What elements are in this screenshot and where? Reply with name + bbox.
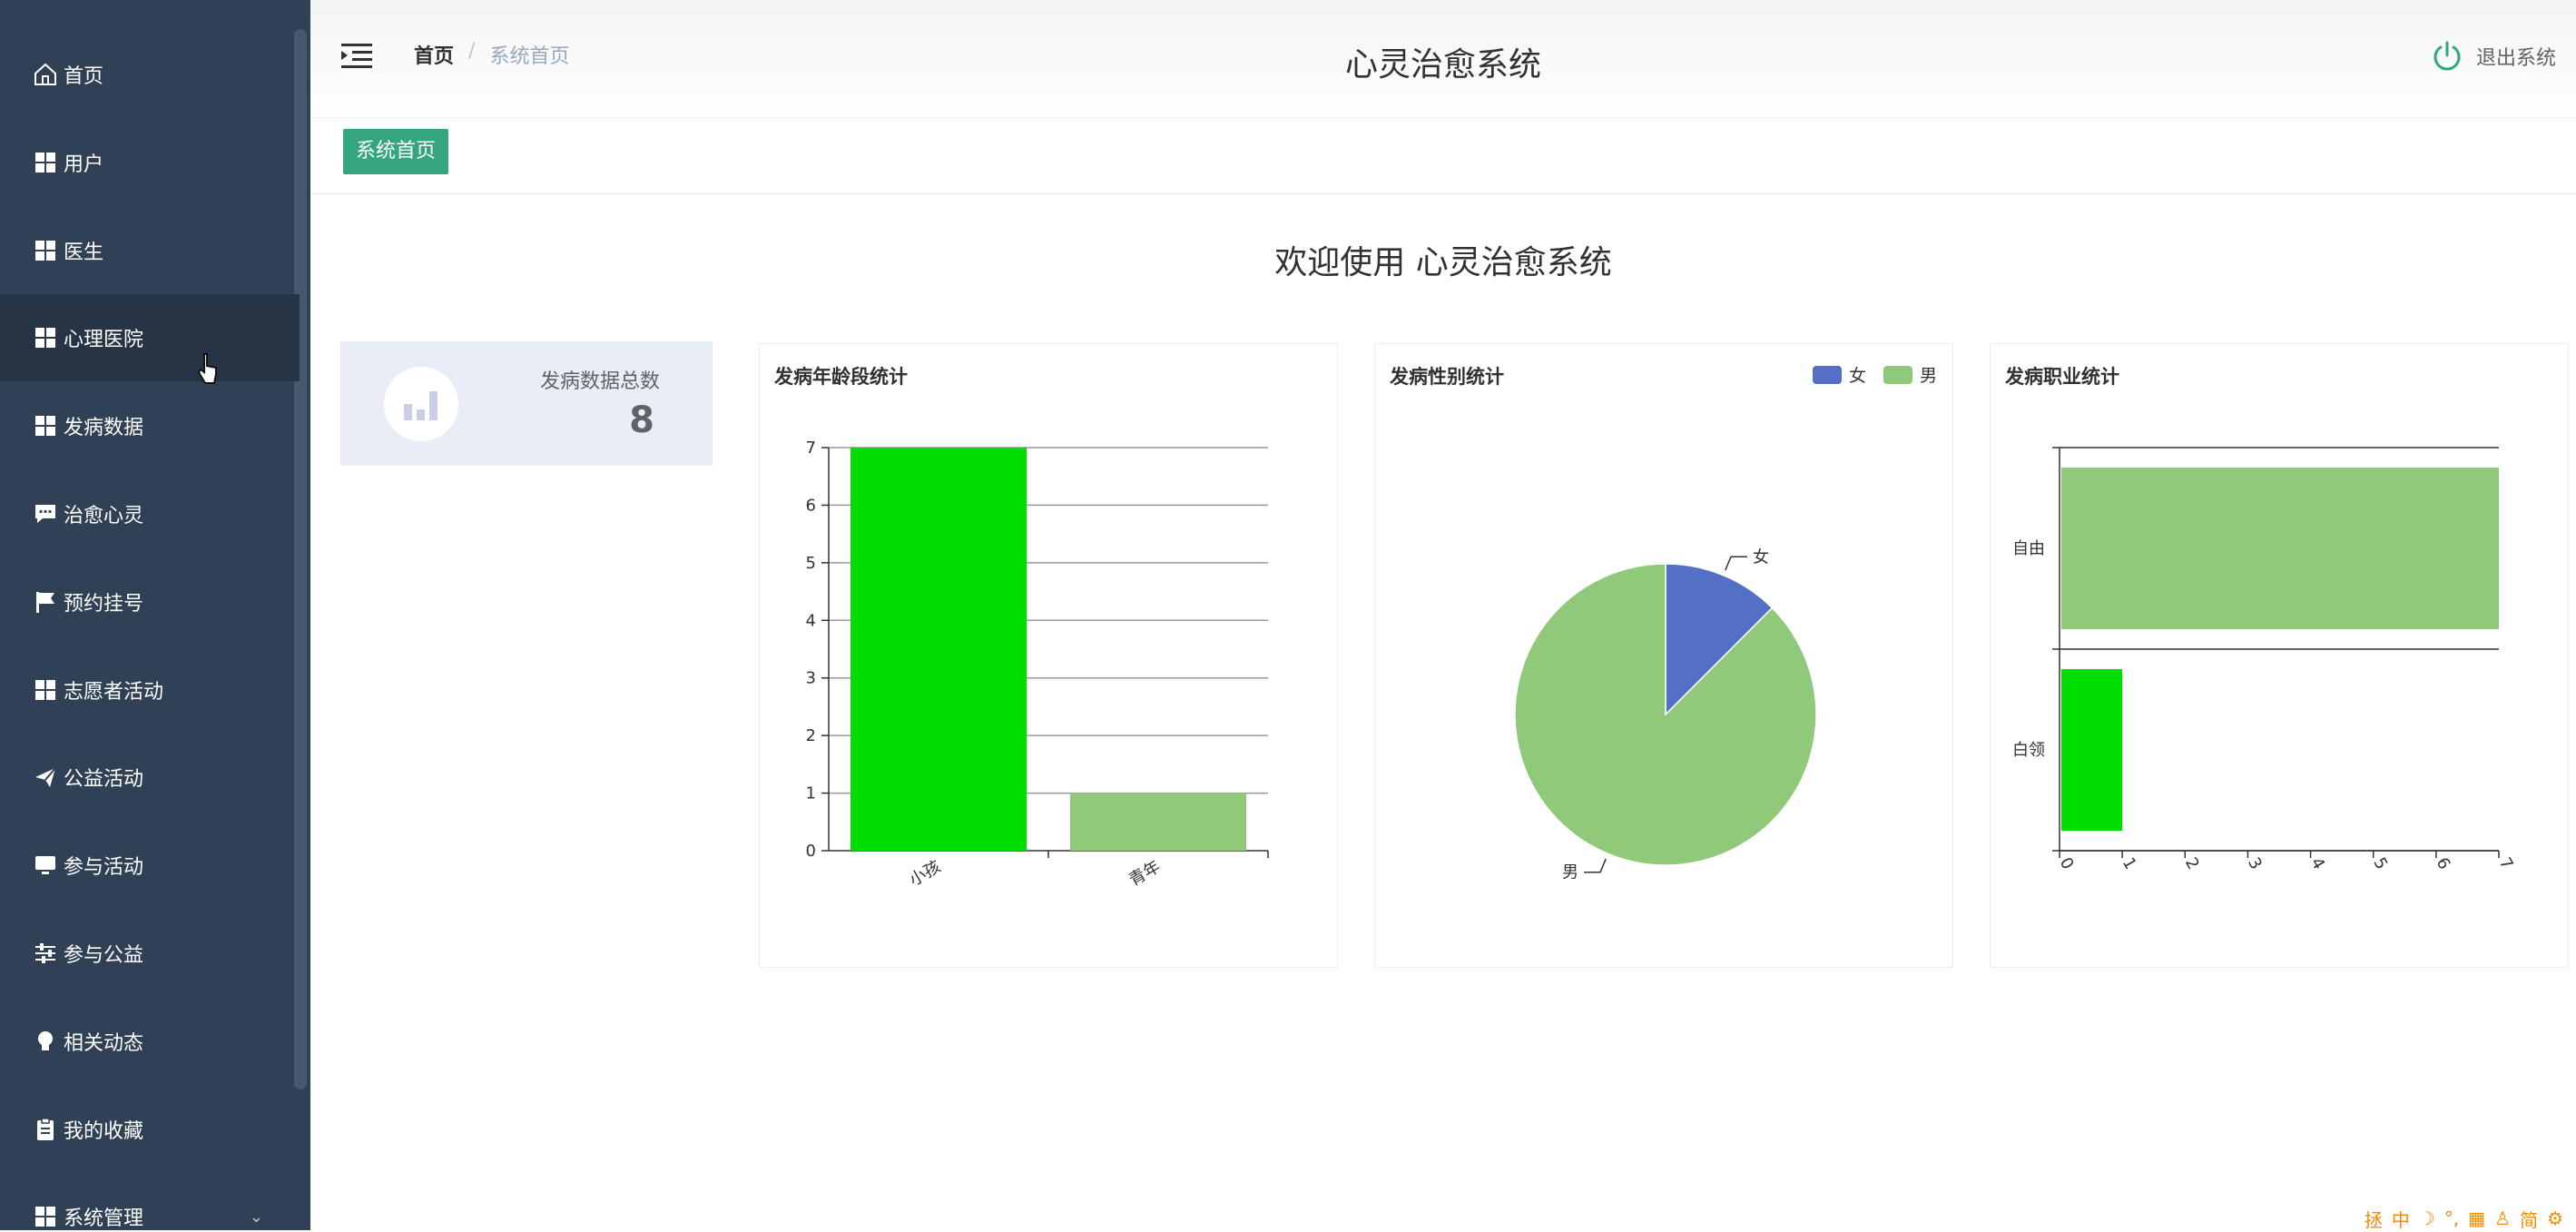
pie-slice-男[interactable] xyxy=(1515,564,1816,865)
tray-icon[interactable]: 拯 xyxy=(2365,1206,2383,1232)
tray-icon[interactable]: 中 xyxy=(2392,1206,2410,1232)
sidebar-item-7[interactable]: 志愿者活动 xyxy=(0,646,300,734)
sidebar-item-label: 参与活动 xyxy=(64,851,143,880)
sidebar-item-2[interactable]: 医生 xyxy=(0,207,300,294)
sidebar-item-label: 心理医院 xyxy=(64,323,143,352)
occupation-bar-chart: 自由白领01234567 xyxy=(1991,344,2570,969)
tag-system-home[interactable]: 系统首页 xyxy=(343,129,448,174)
power-icon xyxy=(2431,40,2463,73)
y-tick-label: 7 xyxy=(806,439,816,458)
pie-label: 女 xyxy=(1753,547,1769,567)
bar-chart-icon xyxy=(384,367,458,441)
message-icon xyxy=(33,501,58,527)
sidebar-item-label: 首页 xyxy=(64,60,103,89)
tray-icon[interactable]: 简 xyxy=(2520,1206,2538,1232)
sidebar-item-label: 系统管理 xyxy=(64,1202,143,1230)
logout-label: 退出系统 xyxy=(2476,42,2556,71)
tray-icon[interactable]: ⚙ xyxy=(2547,1207,2563,1229)
sidebar-item-4[interactable]: 发病数据 xyxy=(0,382,300,469)
grid-icon xyxy=(33,238,58,263)
tray-icon[interactable]: ☽ xyxy=(2419,1207,2435,1229)
clipboard-icon xyxy=(33,1117,58,1142)
sidebar-item-label: 志愿者活动 xyxy=(64,675,163,705)
sidebar-item-10[interactable]: 参与公益 xyxy=(0,910,300,997)
sidebar-item-3[interactable]: 心理医院 xyxy=(0,294,300,381)
chevron-down-icon: ⌄ xyxy=(250,1207,263,1227)
bulb-icon xyxy=(33,1029,58,1054)
send-icon xyxy=(33,764,58,790)
x-tick-label: 青年 xyxy=(1126,857,1164,890)
sidebar-item-11[interactable]: 相关动态 xyxy=(0,998,300,1085)
sidebar-item-5[interactable]: 治愈心灵 xyxy=(0,470,300,557)
sidebar-item-0[interactable]: 首页 xyxy=(0,31,300,118)
sidebar-item-label: 参与公益 xyxy=(64,939,143,968)
sidebar-item-label: 发病数据 xyxy=(64,411,143,440)
y-tick-label: 4 xyxy=(806,611,816,630)
legend-swatch[interactable] xyxy=(1813,366,1842,384)
y-tick-label: 5 xyxy=(806,554,816,573)
sidebar-item-label: 用户 xyxy=(64,148,103,177)
sidebar-item-label: 治愈心灵 xyxy=(64,499,143,528)
tags-view-bar: 系统首页 xyxy=(310,118,2576,194)
grid-icon xyxy=(33,150,58,175)
app-title: 心灵治愈系统 xyxy=(310,38,2576,85)
bar-白领[interactable] xyxy=(2061,669,2122,831)
sidebar-item-1[interactable]: 用户 xyxy=(0,119,300,206)
tray-icon[interactable]: ♙ xyxy=(2494,1207,2511,1229)
total-cases-label: 发病数据总数 xyxy=(540,365,749,394)
bar-青年[interactable] xyxy=(1070,793,1246,851)
sliders-icon xyxy=(33,941,58,966)
sidebar-item-6[interactable]: 预约挂号 xyxy=(0,558,300,646)
sidebar-item-9[interactable]: 参与活动 xyxy=(0,822,300,909)
monitor-icon xyxy=(33,853,58,878)
welcome-heading: 欢迎使用 心灵治愈系统 xyxy=(310,236,2576,283)
grid-icon xyxy=(33,1204,58,1229)
sidebar-item-label: 我的收藏 xyxy=(64,1115,143,1144)
y-tick-label: 白领 xyxy=(2012,741,2045,760)
age-bar-chart: 0 1 2 3 4 5 6 7 小孩 青年 xyxy=(760,344,1339,969)
sidebar-item-label: 医生 xyxy=(64,236,103,265)
pie-leader-line xyxy=(1726,557,1747,570)
sidebar-item-label: 预约挂号 xyxy=(64,587,143,616)
grid-icon xyxy=(33,325,58,350)
pie-leader-line xyxy=(1584,859,1606,872)
sidebar: 首页用户医生心理医院发病数据治愈心灵预约挂号志愿者活动公益活动参与活动参与公益相… xyxy=(0,0,310,1230)
legend-label[interactable]: 女 xyxy=(1849,366,1866,386)
mouse-cursor-icon xyxy=(196,352,220,389)
flag-icon xyxy=(33,589,58,615)
legend-label[interactable]: 男 xyxy=(1920,366,1937,386)
y-tick-label: 1 xyxy=(806,784,816,803)
logout-button[interactable]: 退出系统 xyxy=(2431,40,2556,73)
sidebar-item-label: 相关动态 xyxy=(64,1027,143,1056)
y-tick-label: 自由 xyxy=(2012,539,2045,558)
sidebar-item-12[interactable]: 我的收藏 xyxy=(0,1086,300,1173)
legend-swatch[interactable] xyxy=(1883,366,1912,384)
y-tick-label: 6 xyxy=(806,496,816,515)
x-tick-label: 小孩 xyxy=(906,857,944,890)
occupation-chart-panel: 发病职业统计 自由白领01234567 xyxy=(1990,343,2569,968)
grid-icon xyxy=(33,677,58,703)
sidebar-item-label: 公益活动 xyxy=(64,763,143,792)
tray-icon[interactable]: °, xyxy=(2444,1207,2459,1229)
gender-pie-chart: 女男女男 xyxy=(1375,344,1954,969)
tray-icon[interactable]: ▦ xyxy=(2468,1207,2485,1229)
pie-label: 男 xyxy=(1562,863,1578,882)
top-header: 首页 / 系统首页 心灵治愈系统 退出系统 xyxy=(310,0,2576,118)
sidebar-item-13[interactable]: 系统管理 ⌄ xyxy=(0,1173,300,1230)
total-cases-card: 发病数据总数 8 xyxy=(340,341,713,466)
ime-tray: 拯中 ☽ °, ▦ ♙ 简 ⚙ xyxy=(2355,1207,2563,1230)
y-tick-label: 0 xyxy=(806,842,816,861)
age-chart-panel: 发病年龄段统计 01234567小孩青年 xyxy=(759,343,1338,968)
bar-小孩[interactable] xyxy=(850,448,1027,851)
sidebar-item-8[interactable]: 公益活动 xyxy=(0,734,300,821)
grid-icon xyxy=(33,413,58,439)
total-cases-value: 8 xyxy=(596,399,687,441)
y-tick-label: 3 xyxy=(806,669,816,688)
home-icon xyxy=(33,62,58,87)
gender-chart-panel: 发病性别统计 女男女男 xyxy=(1374,343,1953,968)
y-tick-label: 2 xyxy=(806,726,816,745)
bar-自由[interactable] xyxy=(2061,468,2499,629)
